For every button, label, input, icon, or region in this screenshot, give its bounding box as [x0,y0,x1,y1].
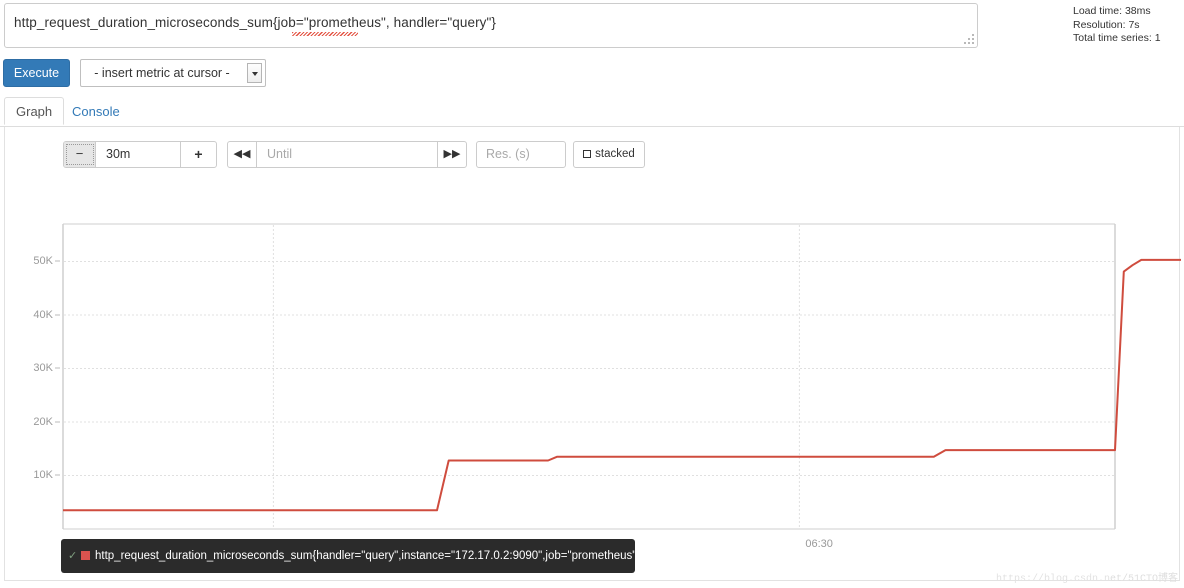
tab-bar: Graph Console [0,97,1184,127]
graph-panel: − 30m + ◀◀ Until ▶▶ Res. (s) stacked 10K… [4,127,1181,581]
metric-select[interactable]: - insert metric at cursor - [80,59,266,87]
query-input[interactable]: http_request_duration_microseconds_sum{j… [4,3,978,48]
tab-graph[interactable]: Graph [4,97,65,125]
query-row: http_request_duration_microseconds_sum{j… [0,0,1184,52]
metric-select-label: - insert metric at cursor - [94,66,230,80]
until-control-group: ◀◀ Until ▶▶ [227,141,467,168]
step-forward-button[interactable]: ▶▶ [437,142,466,167]
checkbox-icon [583,150,592,158]
stacked-label: stacked [595,148,635,160]
stat-load-time: Load time: 38ms [1073,5,1151,17]
watermark: https://blog.csdn.net/51CTO博客 [996,569,1178,585]
query-expression-text: http_request_duration_microseconds_sum{j… [14,15,497,30]
legend-color-swatch [81,551,90,560]
legend-series-name: http_request_duration_microseconds_sum{h… [95,550,635,562]
stacked-toggle[interactable]: stacked [573,141,645,168]
chart-legend-item[interactable]: ✓ http_request_duration_microseconds_sum… [61,539,635,573]
execute-button[interactable]: Execute [3,59,70,87]
watermark-text-2: et/51CTO博客 [1109,574,1178,585]
watermark-text: https://blog.csdn.n [995,574,1110,585]
range-increase-button[interactable]: + [180,142,216,167]
until-input[interactable]: Until [258,142,436,167]
execute-row: Execute - insert metric at cursor - [0,57,1184,91]
range-input[interactable]: 30m [97,142,181,167]
step-backward-button[interactable]: ◀◀ [228,142,257,167]
x-axis-label: 06:30 [805,538,833,550]
stat-resolution: Resolution: 7s [1073,18,1140,31]
resolution-input[interactable]: Res. (s) [476,141,566,168]
chart-area: 10K20K30K40K50K 06:1506:30 [5,173,1181,550]
range-decrease-button[interactable]: − [64,142,96,167]
range-control-group: − 30m + [63,141,217,168]
prometheus-graph-page: http_request_duration_microseconds_sum{j… [0,0,1184,588]
chevron-down-icon[interactable] [247,63,262,83]
stat-total-series: Total time series: 1 [1073,32,1161,44]
legend-check-icon: ✓ [68,550,78,562]
spellcheck-underline [292,32,358,36]
series-lines [63,258,1181,512]
query-stats: Load time: 38ms Resolution: 7s Total tim… [1073,5,1161,46]
plot-frame [62,223,1116,530]
graph-controls: − 30m + ◀◀ Until ▶▶ Res. (s) stacked [5,127,1179,177]
grid-lines [64,225,1114,528]
tab-console[interactable]: Console [60,97,132,125]
chart-plot[interactable] [5,173,1181,533]
textarea-resize-grip-icon[interactable] [964,34,975,45]
series-line [63,258,1181,512]
